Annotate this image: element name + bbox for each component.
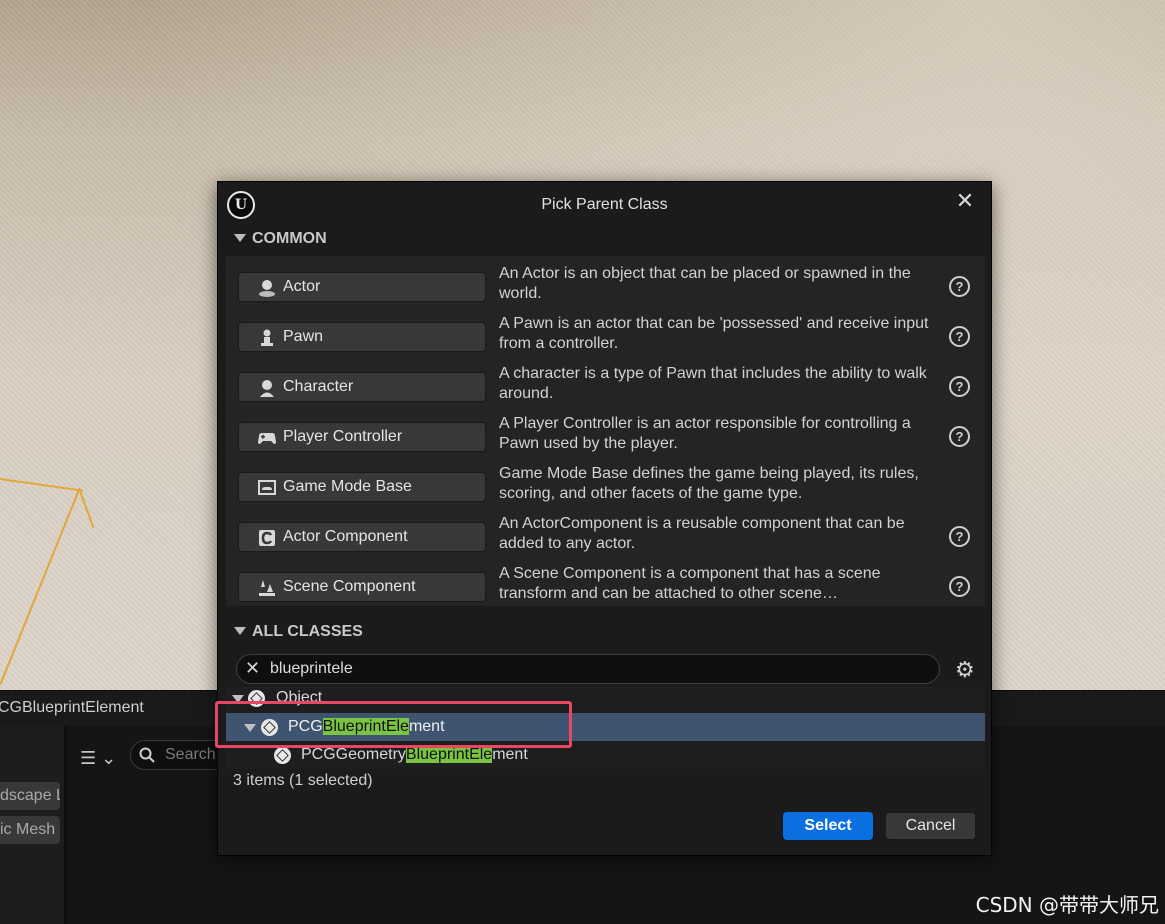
background-chip[interactable]: dscape L xyxy=(0,782,60,810)
class-icon xyxy=(248,690,265,707)
character-class-button[interactable]: Character xyxy=(238,372,486,402)
dialog-title: Pick Parent Class xyxy=(541,196,668,213)
gizmo-line xyxy=(0,478,84,492)
class-button-label: Scene Component xyxy=(283,578,416,595)
collapse-arrow-icon xyxy=(234,626,246,635)
pawn-class-button[interactable]: Pawn xyxy=(238,322,486,352)
expand-arrow-icon[interactable] xyxy=(244,724,256,732)
dialog-titlebar[interactable]: U Pick Parent Class ✕ xyxy=(218,182,991,226)
common-class-row: Actor Component An ActorComponent is a r… xyxy=(226,514,985,564)
class-button-label: Character xyxy=(283,378,354,395)
class-description: An ActorComponent is a reusable componen… xyxy=(499,515,905,552)
tree-row-pcg-geometry-blueprint-element[interactable]: PCGGeometryBlueprintElement xyxy=(226,741,985,769)
search-match-highlight: BlueprintEle xyxy=(322,718,409,735)
gizmo-line xyxy=(0,489,80,685)
class-button-label: Player Controller xyxy=(283,428,403,445)
close-button[interactable]: ✕ xyxy=(952,188,978,214)
tree-label-suffix: ment xyxy=(492,746,528,763)
common-section-title: COMMON xyxy=(252,230,327,247)
search-icon xyxy=(139,747,155,763)
help-icon[interactable]: ? xyxy=(949,276,970,297)
search-match-highlight: BlueprintEle xyxy=(405,746,493,763)
common-class-row: Character A character is a type of Pawn … xyxy=(226,364,985,414)
common-class-row: Pawn A Pawn is an actor that can be 'pos… xyxy=(226,314,985,364)
common-classes-panel: Actor An Actor is an object that can be … xyxy=(226,256,985,606)
common-class-row: Scene Component A Scene Component is a c… xyxy=(226,564,985,614)
clear-search-icon[interactable]: ✕ xyxy=(245,658,260,679)
gamepad-icon xyxy=(258,433,276,444)
component-icon xyxy=(259,530,275,546)
background-side-panel: dscape L ic Mesh xyxy=(0,726,66,924)
class-button-label: Pawn xyxy=(283,328,324,345)
class-button-label: Game Mode Base xyxy=(283,478,412,495)
actor-icon xyxy=(259,280,275,297)
class-description: Game Mode Base defines the game being pl… xyxy=(499,465,919,502)
class-search-value: blueprintele xyxy=(270,660,353,677)
expand-arrow-icon[interactable] xyxy=(232,695,244,703)
common-class-row: Player Controller A Player Controller is… xyxy=(226,414,985,464)
help-icon[interactable]: ? xyxy=(949,376,970,397)
class-description: A Pawn is an actor that can be 'possesse… xyxy=(499,315,929,352)
tree-label-prefix: PCG xyxy=(288,718,323,735)
tree-row-pcg-blueprint-element[interactable]: PCGBlueprintElement xyxy=(226,713,985,741)
scene-component-class-button[interactable]: Scene Component xyxy=(238,572,486,602)
background-chip[interactable]: ic Mesh xyxy=(0,816,60,844)
class-description: An Actor is an object that can be placed… xyxy=(499,265,911,302)
game-mode-icon xyxy=(258,480,276,495)
all-classes-section-title: ALL CLASSES xyxy=(252,623,363,640)
scene-component-icon xyxy=(259,580,275,596)
gizmo-line xyxy=(78,488,95,529)
class-description: A character is a type of Pawn that inclu… xyxy=(499,365,927,402)
help-icon[interactable]: ? xyxy=(949,576,970,597)
player-controller-class-button[interactable]: Player Controller xyxy=(238,422,486,452)
actor-class-button[interactable]: Actor xyxy=(238,272,486,302)
filter-icon[interactable]: ☰ ⌄ xyxy=(80,748,116,769)
pick-parent-class-dialog: U Pick Parent Class ✕ COMMON Actor An Ac… xyxy=(215,181,992,856)
class-description: A Scene Component is a component that ha… xyxy=(499,565,881,602)
common-class-row: Actor An Actor is an object that can be … xyxy=(226,264,985,314)
common-section-header[interactable]: COMMON xyxy=(226,230,983,258)
common-class-row: Game Mode Base Game Mode Base defines th… xyxy=(226,464,985,514)
gear-icon[interactable]: ⚙ xyxy=(955,657,975,683)
tree-row-label: Object xyxy=(276,687,322,712)
all-classes-section-header[interactable]: ALL CLASSES xyxy=(226,623,983,651)
pawn-icon xyxy=(261,329,273,346)
character-icon xyxy=(260,380,274,397)
close-icon: ✕ xyxy=(955,188,975,213)
help-icon[interactable]: ? xyxy=(949,426,970,447)
help-icon[interactable]: ? xyxy=(949,526,970,547)
background-tab-label[interactable]: CGBlueprintElement xyxy=(0,699,144,717)
class-button-label: Actor xyxy=(283,278,321,295)
class-tree: Object PCGBlueprintElement PCGGeometryBl… xyxy=(226,687,985,769)
tree-label-suffix: ment xyxy=(408,718,445,735)
class-button-label: Actor Component xyxy=(283,528,408,545)
class-description: A Player Controller is an actor responsi… xyxy=(499,415,911,452)
tree-row-label: PCGGeometryBlueprintElement xyxy=(301,741,528,769)
select-button[interactable]: Select xyxy=(783,812,873,840)
help-icon[interactable]: ? xyxy=(949,326,970,347)
background-search-placeholder: Search xyxy=(165,746,216,763)
class-icon xyxy=(261,719,278,736)
tree-row-label: PCGBlueprintElement xyxy=(288,713,445,741)
tree-label-prefix: Object xyxy=(276,689,323,706)
cancel-button[interactable]: Cancel xyxy=(885,812,976,840)
actor-component-class-button[interactable]: Actor Component xyxy=(238,522,486,552)
tree-label-prefix: PCGGeometry xyxy=(301,746,406,763)
collapse-arrow-icon xyxy=(234,233,246,242)
tree-row-object[interactable]: Object xyxy=(226,687,985,712)
watermark: CSDN @带带大师兄 xyxy=(975,893,1159,917)
class-icon xyxy=(274,747,291,764)
game-mode-base-class-button[interactable]: Game Mode Base xyxy=(238,472,486,502)
item-count-status: 3 items (1 selected) xyxy=(233,772,373,789)
class-search-input[interactable]: ✕ blueprintele xyxy=(236,654,940,684)
